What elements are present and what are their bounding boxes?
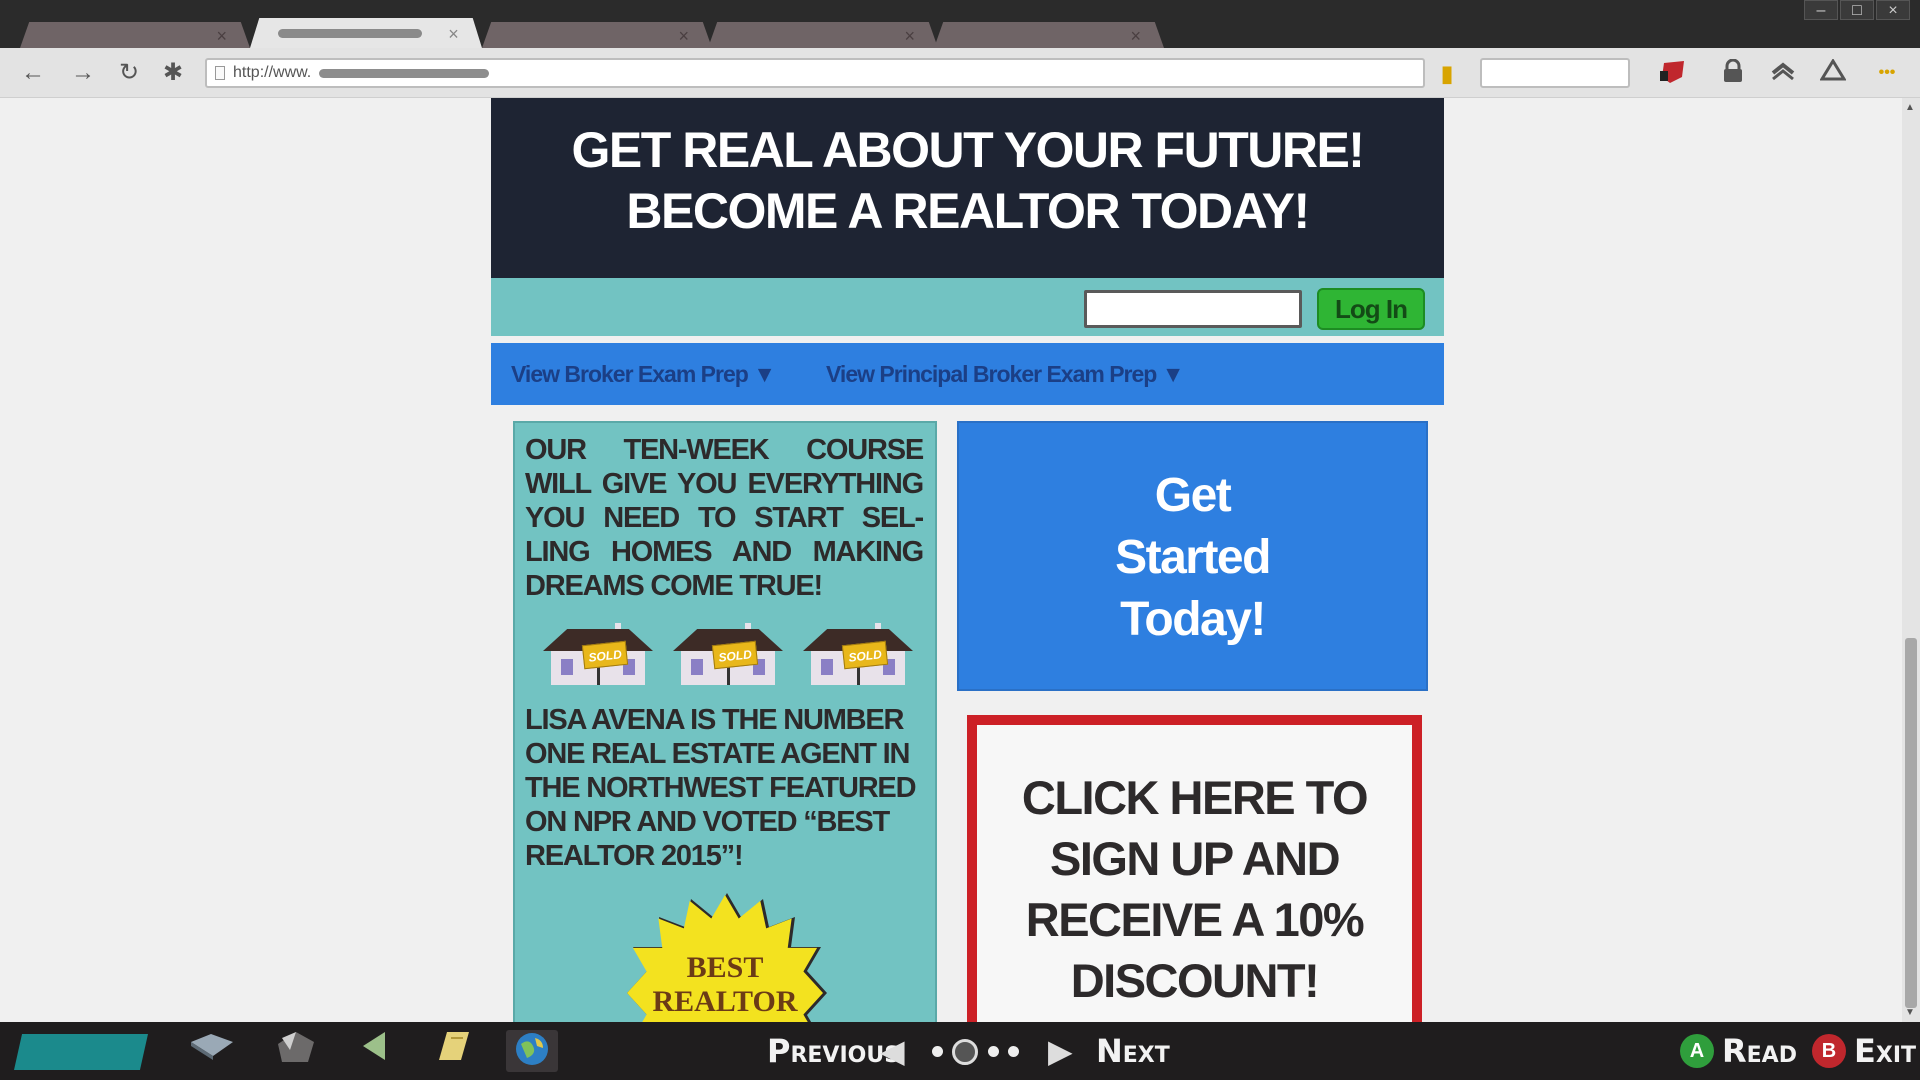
- hud-logo: [14, 1034, 148, 1070]
- page-viewport: GET REAL ABOUT YOUR FUTURE! BECOME A REA…: [0, 98, 1902, 1022]
- hud-next-label[interactable]: Next: [1096, 1032, 1170, 1070]
- hero-line-1: GET REAL ABOUT YOUR FUTURE!: [571, 122, 1365, 178]
- page-dot: [988, 1046, 999, 1057]
- browser-tab[interactable]: ×: [20, 22, 250, 48]
- hero-banner: GET REAL ABOUT YOUR FUTURE! BECOME A REA…: [491, 98, 1444, 278]
- hud-read-label[interactable]: Read: [1722, 1032, 1797, 1070]
- broker-exam-prep-menu[interactable]: View Broker Exam Prep ▼: [511, 361, 776, 388]
- share-icon[interactable]: [1768, 59, 1798, 89]
- cta-line-3: Today!: [1120, 593, 1266, 646]
- scroll-thumb[interactable]: [1905, 638, 1917, 1008]
- hud-note-app-icon[interactable]: [428, 1030, 480, 1072]
- badge-line-1: BEST: [686, 951, 764, 984]
- hud-flag-app-icon[interactable]: [348, 1030, 400, 1072]
- cta-line-2: Started: [1115, 531, 1271, 584]
- sold-house-illustration: SOLD: [543, 623, 653, 693]
- browser-toolbar: ← → ↻ ✱ http://www. ▮ •••: [0, 48, 1920, 98]
- hero-line-2: BECOME A REALTOR TODAY!: [626, 183, 1310, 239]
- close-window-button[interactable]: ×: [1876, 0, 1910, 20]
- shield-extension-icon[interactable]: [1657, 59, 1687, 89]
- discount-signup-link[interactable]: CLICK HERE TO SIGN UP AND RECEIVE A 10% …: [967, 715, 1422, 1022]
- hud-exit-label[interactable]: Exit: [1854, 1032, 1916, 1070]
- url-text: http://www.: [233, 64, 312, 81]
- bookmark-icon[interactable]: ▮: [1441, 61, 1461, 86]
- browser-tab[interactable]: ×: [482, 22, 712, 48]
- lock-icon[interactable]: [1718, 58, 1748, 89]
- back-arrow-icon[interactable]: ←: [18, 58, 48, 88]
- tab-close-icon[interactable]: ×: [1130, 26, 1141, 47]
- login-strip: Log In: [491, 278, 1444, 336]
- reload-icon[interactable]: ↻: [114, 58, 144, 88]
- hud-cube-app-icon[interactable]: [270, 1030, 322, 1072]
- sold-sign: SOLD: [581, 640, 629, 670]
- game-hud-bar: Previous ◀ ▶ Next A Read B Exit: [0, 1022, 1920, 1080]
- maximize-button[interactable]: □: [1840, 0, 1874, 20]
- alert-icon[interactable]: [1818, 58, 1848, 89]
- badge-line-2: REALTOR: [652, 985, 798, 1018]
- a-button-icon: A: [1680, 1034, 1714, 1068]
- hud-mail-app-icon[interactable]: [186, 1030, 238, 1072]
- discount-text: CLICK HERE TO SIGN UP AND RECEIVE A 10% …: [1021, 771, 1369, 1007]
- tab-close-icon[interactable]: ×: [448, 24, 459, 45]
- sold-sign: SOLD: [711, 640, 759, 670]
- tab-close-icon[interactable]: ×: [678, 26, 689, 47]
- best-realtor-badge: BEST REALTOR 2015: [627, 893, 827, 1022]
- previous-arrow-icon[interactable]: ◀: [880, 1032, 905, 1070]
- b-button-icon: B: [1812, 1034, 1846, 1068]
- cta-line-1: Get: [1154, 469, 1232, 522]
- url-redacted: [319, 69, 489, 78]
- tab-close-icon[interactable]: ×: [216, 26, 227, 47]
- search-input[interactable]: [1480, 58, 1630, 88]
- sold-house-illustration: SOLD: [673, 623, 783, 693]
- minimize-button[interactable]: –: [1804, 0, 1838, 20]
- extensions-icon[interactable]: ✱: [158, 58, 188, 88]
- course-description: OUR TEN-WEEK COURSE WILL GIVE YOU EVERYT…: [525, 434, 924, 602]
- page-icon: [215, 66, 225, 80]
- tab-title-redacted: [277, 29, 422, 38]
- exam-nav-bar: View Broker Exam Prep ▼ View Principal B…: [491, 343, 1444, 405]
- browser-tab[interactable]: ×: [934, 22, 1164, 48]
- tab-close-icon[interactable]: ×: [904, 26, 915, 47]
- principal-broker-exam-prep-menu[interactable]: View Principal Broker Exam Prep ▼: [826, 361, 1185, 388]
- hud-globe-app-icon[interactable]: [506, 1030, 558, 1072]
- next-arrow-icon[interactable]: ▶: [1048, 1032, 1073, 1070]
- menu-icon[interactable]: •••: [1872, 59, 1902, 89]
- browser-tab-active[interactable]: ×: [250, 18, 482, 48]
- browser-tab[interactable]: ×: [708, 22, 938, 48]
- address-bar[interactable]: http://www.: [205, 58, 1425, 88]
- course-info-panel: OUR TEN-WEEK COURSE WILL GIVE YOU EVERYT…: [513, 421, 937, 1022]
- sold-sign: SOLD: [841, 640, 889, 670]
- page-dot: [932, 1046, 943, 1057]
- realtor-site: GET REAL ABOUT YOUR FUTURE! BECOME A REA…: [491, 98, 1444, 1022]
- scroll-up-icon[interactable]: ▲: [1905, 102, 1915, 113]
- get-started-button[interactable]: Get Started Today!: [957, 421, 1428, 691]
- login-input[interactable]: [1084, 290, 1302, 328]
- forward-arrow-icon[interactable]: →: [68, 58, 98, 88]
- page-dot: [1008, 1046, 1019, 1057]
- agent-bio: LISA AVENA IS THE NUMBER ONE REAL ESTATE…: [525, 704, 917, 872]
- page-scrollbar[interactable]: ▲ ▼: [1902, 98, 1920, 1022]
- sold-house-illustration: SOLD: [803, 623, 913, 693]
- scroll-down-icon[interactable]: ▼: [1905, 1007, 1915, 1018]
- page-dot-current: [952, 1039, 978, 1065]
- browser-title-bar: × × × × × – □ ×: [0, 0, 1920, 48]
- login-button[interactable]: Log In: [1317, 288, 1425, 330]
